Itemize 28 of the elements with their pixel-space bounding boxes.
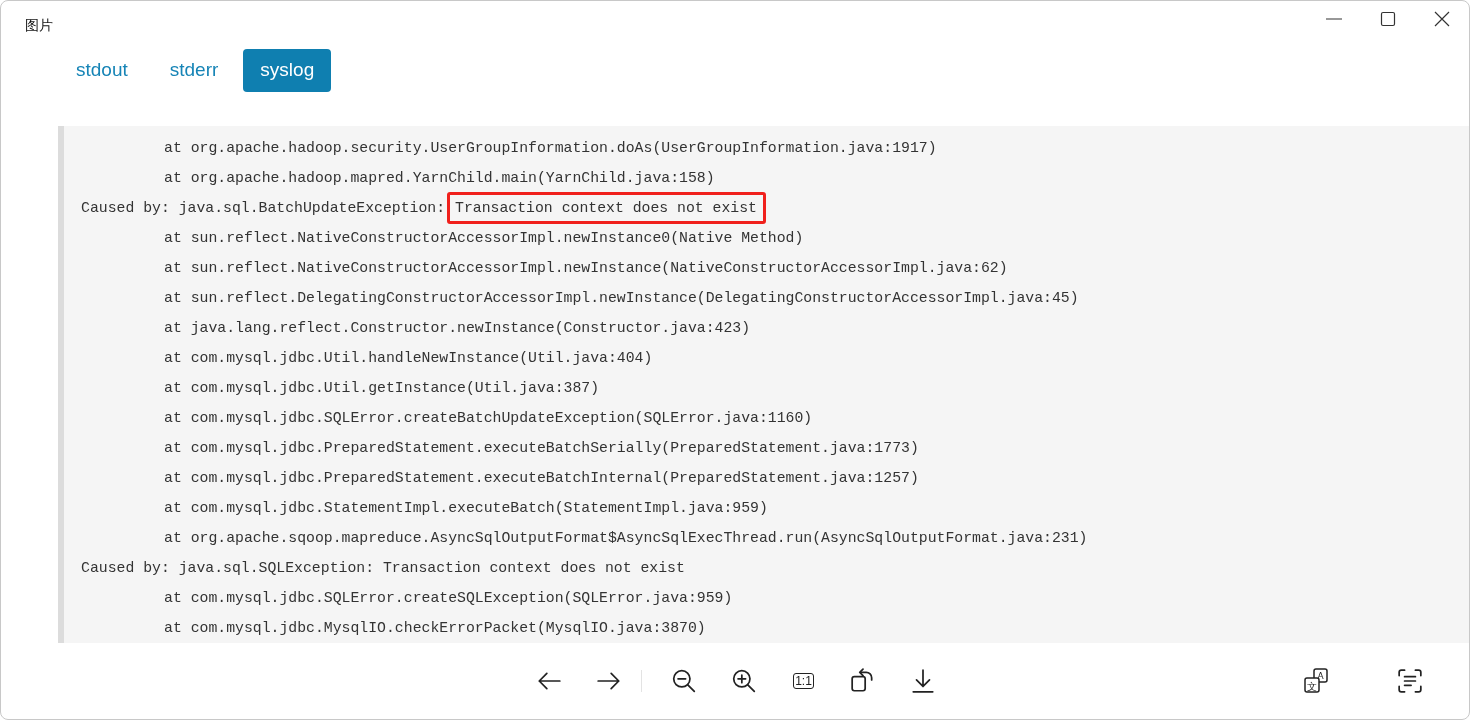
stack-frame-line: at com.mysql.jdbc.PreparedStatement.executeBatchInternal(PreparedStatement.java:1257) <box>164 469 919 486</box>
text-scan-icon[interactable] <box>1397 668 1423 695</box>
rotate-icon[interactable] <box>850 668 876 695</box>
stack-frame-line: at com.mysql.jdbc.Util.getInstance(Util.java:387) <box>164 379 600 396</box>
stack-frame-line: at com.mysql.jdbc.SQLError.createBatchUpdateException(SQLError.java:1160) <box>164 409 813 426</box>
stack-frame-line: at sun.reflect.NativeConstructorAccessorImpl.newInstance0(Native Method) <box>164 229 804 246</box>
cause-line: Caused by: java.sql.SQLException: Transaction context does not exist <box>81 559 685 576</box>
log-tab[interactable]: stdout <box>59 48 145 92</box>
highlighted-text: Transaction context does not exist <box>447 191 766 224</box>
cause-line: Caused by: java.sql.BatchUpdateException: <box>81 199 446 216</box>
stack-frame-line: at org.apache.hadoop.mapred.YarnChild.main(YarnChild.java:158) <box>164 169 715 186</box>
stack-frame-line: at java.lang.reflect.Constructor.newInstance(Constructor.java:423) <box>164 319 751 336</box>
zoom-out-icon[interactable] <box>671 668 697 695</box>
window-title: 图片 <box>25 17 54 35</box>
stack-frame-line: at sun.reflect.DelegatingConstructorAccessorImpl.newInstance(DelegatingConstructorAccessorImpl.java:45) <box>164 289 1079 306</box>
stack-frame-line: at com.mysql.jdbc.PreparedStatement.executeBatchSerially(PreparedStatement.java:1773) <box>164 439 919 456</box>
download-icon[interactable] <box>910 668 936 695</box>
log-tab[interactable]: stderr <box>152 48 236 92</box>
log-tab[interactable]: syslog <box>243 48 332 92</box>
stack-frame-line: at sun.reflect.NativeConstructorAccessorImpl.newInstance(NativeConstructorAccessorImpl.java:62) <box>164 259 1008 276</box>
stack-frame-line: at org.apache.hadoop.security.UserGroupInformation.doAs(UserGroupInformation.java:1917) <box>164 139 937 156</box>
zoom-in-icon[interactable] <box>731 668 757 695</box>
actual-size-button[interactable]: 1:1 <box>793 673 814 690</box>
stack-frame-line: at com.mysql.jdbc.MysqlIO.checkErrorPacket(MysqlIO.java:3870) <box>164 619 706 636</box>
stack-frame-line: at com.mysql.jdbc.SQLError.createSQLException(SQLError.java:959) <box>164 589 733 606</box>
stack-frame-line: at com.mysql.jdbc.Util.handleNewInstance(Util.java:404) <box>164 349 653 366</box>
stack-frame-line: at org.apache.sqoop.mapreduce.AsyncSqlOutputFormat$AsyncSqlExecThread.run(AsyncSqlOutputFormat.java:231) <box>164 529 1088 546</box>
stack-frame-line: at com.mysql.jdbc.StatementImpl.executeBatch(StatementImpl.java:959) <box>164 499 768 516</box>
